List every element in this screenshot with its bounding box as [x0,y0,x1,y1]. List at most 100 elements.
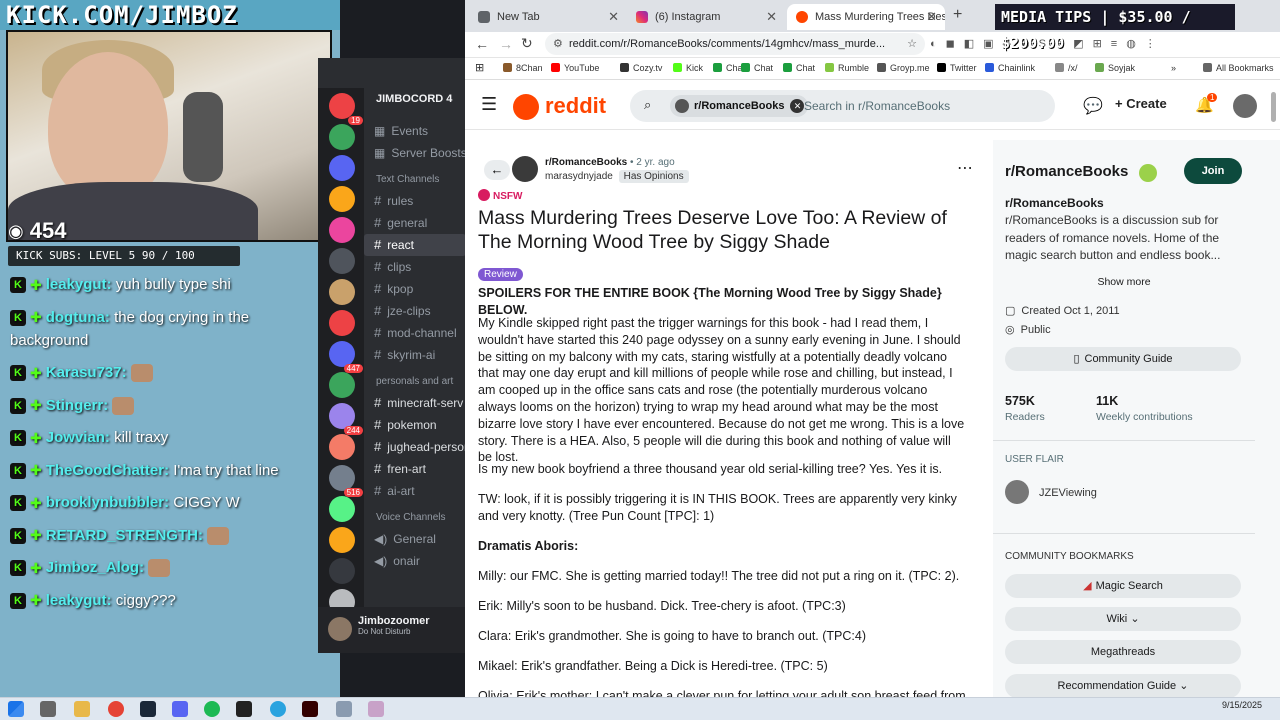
tab-new-tab[interactable]: New Tab ✕ [469,4,627,30]
discord-channel-jze-clips[interactable]: # jze-clips [364,300,466,322]
discord-channel-pokemon[interactable]: # pokemon [364,414,466,436]
chat-username[interactable]: Jowvian: [46,429,110,446]
chat-username[interactable]: Jimboz_Alog: [46,559,144,576]
bookmark-cozy-tv[interactable]: Cozy.tv [620,63,662,73]
chat-username[interactable]: Stingerr: [46,397,109,414]
chrome-icon[interactable] [108,701,124,717]
community-guide-button[interactable]: ▯ Community Guide [1005,347,1241,371]
discord-voice-onair[interactable]: ◀) onair [364,550,466,572]
search-input[interactable]: Search in r/RomanceBooks [804,99,950,113]
close-icon[interactable]: ✕ [766,4,777,30]
bookmark-magic-search[interactable]: ◢ Magic Search [1005,574,1241,598]
discord-nav-item[interactable]: ▦ Events [364,120,466,142]
discord-server-icon[interactable]: 516 [329,465,363,497]
bookmark-kick[interactable]: Kick [673,63,703,73]
close-icon[interactable]: ✕ [926,4,937,30]
bookmark-8chan[interactable]: 8Chan [503,63,543,73]
task-view-icon[interactable] [40,701,56,717]
bookmark-recommendation-guide[interactable]: Recommendation Guide ⌄ [1005,674,1241,697]
chat-username[interactable]: dogtuna: [46,309,110,326]
discord-server-icon[interactable] [329,372,355,398]
search-subreddit-chip[interactable]: r/RomanceBooks ✕ [670,95,809,117]
discord-channel-kpop[interactable]: # kpop [364,278,466,300]
show-more-button[interactable]: Show more [993,276,1255,288]
steam-icon[interactable] [140,701,156,717]
menu-icon[interactable]: ☰ [481,94,497,115]
bookmark-star-icon[interactable]: ☆ [907,33,917,55]
discord-channel-clips[interactable]: # clips [364,256,466,278]
telegram-icon[interactable] [270,701,286,717]
discord-category[interactable]: Voice Channels [364,508,466,528]
page-scrollbar[interactable] [1271,92,1276,122]
discord-channel-skyrim-ai[interactable]: # skyrim-ai [364,344,466,366]
close-icon[interactable]: ✕ [608,4,619,30]
chat-username[interactable]: leakygut: [46,276,112,293]
join-button[interactable]: Join [1184,158,1242,184]
bookmark-twitter[interactable]: Twitter [937,63,977,73]
discord-channel-ai-art[interactable]: # ai-art [364,480,466,502]
discord-icon[interactable] [172,701,188,717]
forward-icon[interactable]: → [499,36,513,52]
discord-guild-title[interactable]: JIMBOCORD 4 [364,88,466,110]
bookmark-megathreads[interactable]: Megathreads [1005,640,1241,664]
discord-user-panel[interactable]: Jimbozoomer Do Not Disturb [318,607,466,653]
discord-server-icon[interactable] [329,124,355,150]
bookmark-rumble[interactable]: Rumble [825,63,869,73]
discord-channel-react[interactable]: # react [364,234,466,256]
post-flair-review[interactable]: Review [478,268,523,281]
bookmark--x-[interactable]: /x/ [1055,63,1078,73]
avatar[interactable] [512,156,538,182]
discord-server-icon[interactable] [329,310,355,336]
bookmark-chat[interactable]: Chat [741,63,773,73]
chat-username[interactable]: RETARD_STRENGTH: [46,527,203,544]
discord-server-icon[interactable] [329,217,355,243]
address-bar[interactable]: ⚙ reddit.com/r/RomanceBooks/comments/14g… [545,33,925,55]
discord-server-icon[interactable] [329,279,355,305]
discord-server-icon[interactable] [329,527,355,553]
discord-voice-general[interactable]: ◀) General [364,528,466,550]
discord-channel-fren-art[interactable]: # fren-art [364,458,466,480]
bookmark-groyp-me[interactable]: Groyp.me [877,63,930,73]
discord-server-icon[interactable] [329,155,355,181]
discord-server-icon[interactable]: 447 [329,341,363,373]
avatar[interactable] [1233,94,1257,118]
more-options-icon[interactable]: ⋯ [957,158,973,178]
discord-channel-minecraft-serv[interactable]: # minecraft-serv [364,392,466,414]
reload-icon[interactable]: ↻ [521,35,533,52]
chat-icon[interactable]: 💬 [1083,96,1103,116]
file-explorer-icon[interactable] [74,701,90,717]
reddit-logo-icon[interactable] [513,94,539,120]
more-bookmarks-icon[interactable]: » [1171,63,1176,73]
discord-channel-rules[interactable]: # rules [364,190,466,212]
bookmark-chainlink[interactable]: Chainlink [985,63,1035,73]
discord-channel-general[interactable]: # general [364,212,466,234]
post-author-link[interactable]: marasydnyjade [545,171,613,182]
discord-channel-mod-channel[interactable]: # mod-channel [364,322,466,344]
start-icon[interactable] [8,701,24,717]
app-icon[interactable] [368,701,384,717]
chat-username[interactable]: TheGoodChatter: [46,462,169,479]
discord-channel-jughead-person[interactable]: # jughead-person [364,436,466,458]
back-icon[interactable]: ← [475,36,489,52]
discord-server-icon[interactable]: 19 [329,93,363,125]
site-info-icon[interactable]: ⚙ [553,33,563,55]
discord-nav-item[interactable]: ▦ Server Boosts [364,142,466,164]
sidebar-community-name[interactable]: r/RomanceBooks [1005,163,1128,180]
new-tab-button[interactable]: + [953,6,962,24]
back-arrow-button[interactable]: ← [484,160,510,180]
bookmark-chat[interactable]: Chat [783,63,815,73]
spotify-icon[interactable] [204,701,220,717]
adobe-icon[interactable] [302,701,318,717]
discord-server-icon[interactable] [329,558,355,584]
tab-instagram[interactable]: (6) Instagram ✕ [627,4,785,30]
chat-username[interactable]: Karasu737: [46,364,127,381]
discord-server-icon[interactable] [329,496,355,522]
tab-reddit[interactable]: Mass Murdering Trees Deserve ✕ [787,4,945,30]
clear-chip-icon[interactable]: ✕ [790,99,805,113]
discord-server-icon[interactable] [329,248,355,274]
reddit-logo-text[interactable]: reddit [545,93,606,119]
post-subreddit-link[interactable]: r/RomanceBooks [545,157,627,168]
create-post-button[interactable]: + Create [1115,96,1167,111]
chat-username[interactable]: leakygut: [46,592,112,609]
bookmark-youtube[interactable]: YouTube [551,63,599,73]
